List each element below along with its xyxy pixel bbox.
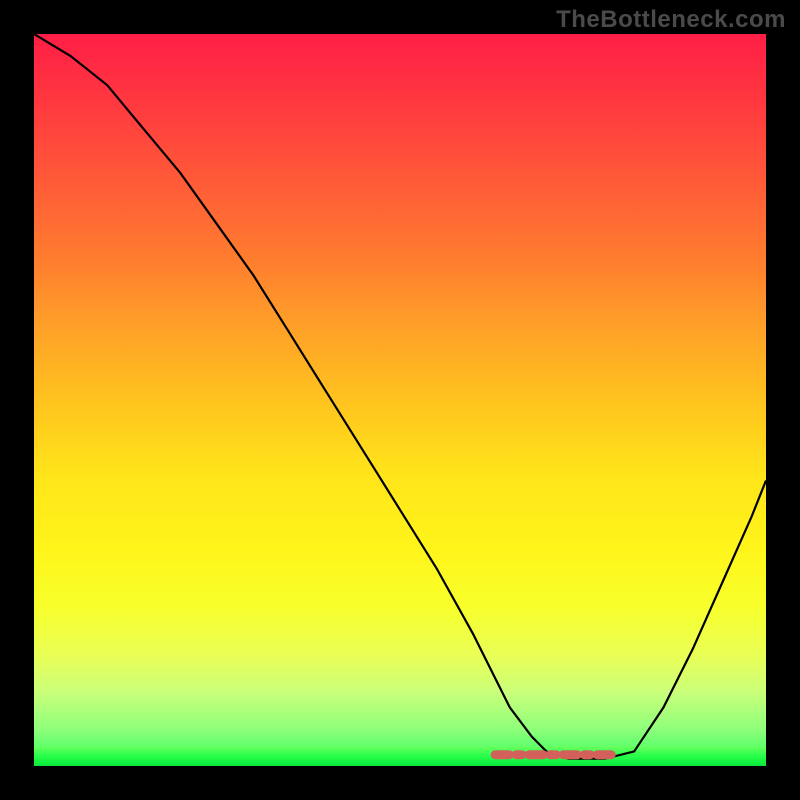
chart-frame: TheBottleneck.com [0, 0, 800, 800]
watermark-text: TheBottleneck.com [556, 6, 786, 34]
bottleneck-curve [34, 34, 766, 759]
plot-area [34, 34, 766, 766]
curve-svg [34, 34, 766, 766]
